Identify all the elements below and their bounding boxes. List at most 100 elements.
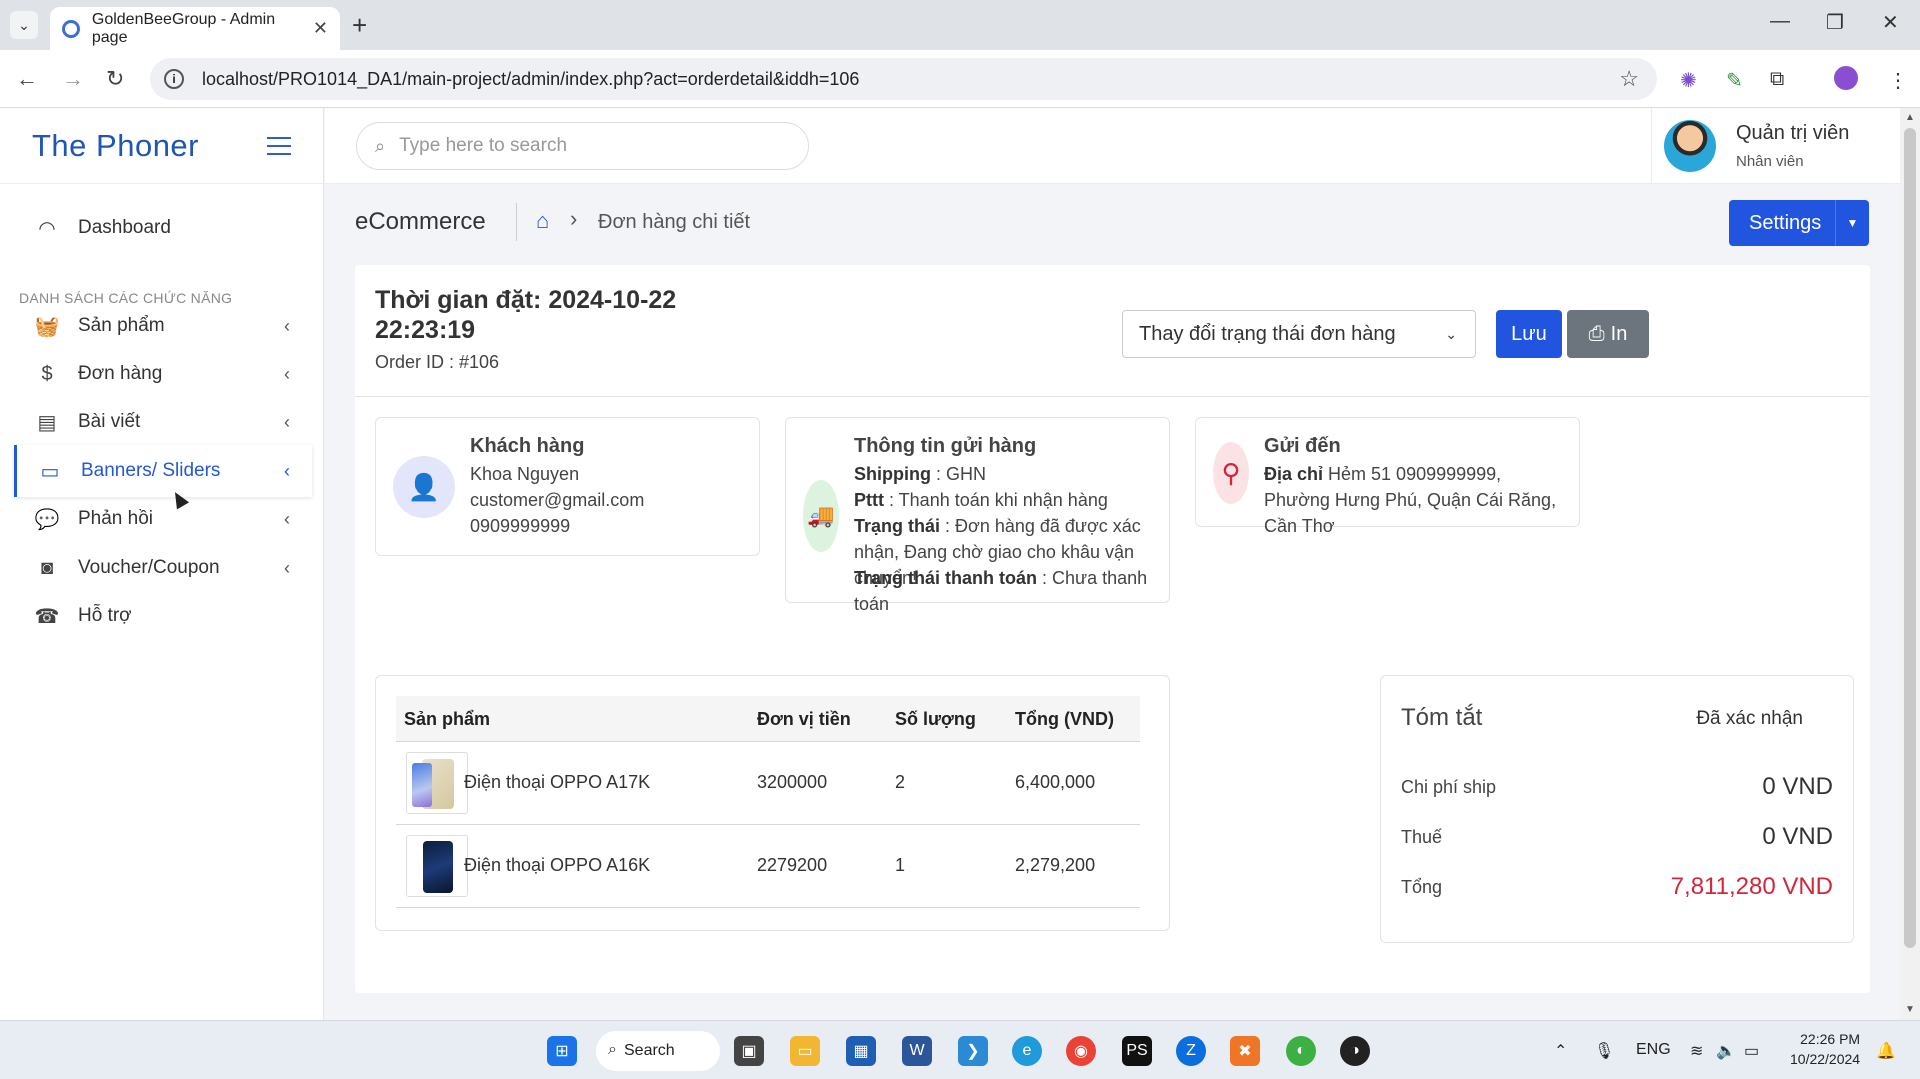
xampp-icon[interactable]: ✖ (1230, 1036, 1260, 1066)
brand-logo[interactable]: The Phoner (32, 128, 199, 164)
sidebar-item-feedback[interactable]: 💬 Phản hồi ‹ (14, 493, 312, 545)
order-money-icon: $ (41, 362, 53, 385)
browser-menu-icon[interactable]: ⋮ (1888, 68, 1908, 93)
product-thumbnail (406, 752, 468, 814)
order-id: Order ID : #106 (375, 352, 500, 372)
sidebar-item-products[interactable]: 🧺 Sản phẩm ‹ (14, 300, 312, 352)
shipping-title: Thông tin gửi hàng (854, 435, 1037, 457)
close-window-icon[interactable]: ✕ (1882, 10, 1899, 35)
reload-icon[interactable]: ↻ (106, 66, 124, 92)
total-label: Tổng (1401, 877, 1443, 897)
taskbar: ⊞ ⌕ Search ▣ ▭ ▦ W ❯ e ◉ PS Z ✖ ◐ ◑ ⌃ 🎙 … (0, 1020, 1920, 1079)
printer-icon: ⎙ (1588, 322, 1605, 345)
word-icon[interactable]: W (902, 1036, 932, 1066)
bookmark-star-icon[interactable]: ☆ (1619, 66, 1639, 92)
file-explorer-icon[interactable]: ▭ (790, 1036, 820, 1066)
taskbar-search[interactable]: ⌕ Search (596, 1031, 720, 1071)
phpstorm-icon[interactable]: PS (1122, 1036, 1152, 1066)
minimize-icon[interactable]: — (1770, 10, 1790, 33)
search-input[interactable]: ⌕ Type here to search (356, 122, 809, 170)
customer-title: Khách hàng (470, 435, 585, 457)
product-total: 6,400,000 (1015, 772, 1096, 792)
sidebar-item-label: Sản phẩm (78, 315, 165, 336)
address-key: Địa chỉ (1264, 464, 1324, 484)
store-icon[interactable]: ▦ (846, 1036, 876, 1066)
shipping-card: 🚚 Thông tin gửi hàng Shipping : GHN Pttt… (785, 417, 1170, 614)
total-value: 7,811,280 VND (1670, 873, 1833, 900)
user-menu[interactable]: Quản trị viên Nhân viên (1651, 108, 1900, 184)
battery-icon[interactable]: ▭ (1744, 1041, 1759, 1061)
extension-pen-icon[interactable]: ✎ (1726, 68, 1743, 93)
back-icon[interactable]: ← (16, 66, 38, 92)
print-button[interactable]: ⎙ In (1567, 310, 1649, 358)
settings-button[interactable]: Settings ▼ (1729, 200, 1869, 246)
document-icon: ▤ (37, 411, 57, 434)
speedometer-icon: ◠ (38, 217, 56, 240)
tray-chevron-up-icon[interactable]: ⌃ (1554, 1041, 1567, 1061)
sidebar-item-support[interactable]: ☎ Hỗ trợ (14, 590, 312, 642)
browser-tab[interactable]: GoldenBeeGroup - Admin page ✕ (50, 7, 340, 50)
page-scrollbar[interactable]: ▲ ▼ (1900, 108, 1920, 1020)
customer-name: Khoa Nguyen (470, 464, 580, 484)
app-green-icon[interactable]: ◐ (1286, 1036, 1316, 1066)
site-info-icon[interactable]: i (164, 69, 184, 89)
header-quantity: Số lượng (895, 709, 976, 729)
notification-bell-icon[interactable]: 🔔 (1876, 1041, 1896, 1061)
profile-avatar-icon[interactable] (1834, 66, 1858, 90)
destination-card: ⚲ Gửi đến Địa chỉ Hẻm 51 0909999999, Phư… (1195, 417, 1580, 536)
task-view-icon[interactable]: ▣ (734, 1036, 764, 1066)
clock[interactable]: 22:26 PM 10/22/2024 (1790, 1029, 1860, 1069)
chevron-left-icon: ‹ (284, 508, 290, 529)
language-indicator[interactable]: ENG (1636, 1041, 1671, 1059)
chevron-right-icon: › (570, 206, 578, 231)
wifi-icon[interactable]: ≋ (1690, 1041, 1703, 1061)
sidebar-item-orders[interactable]: $ Đơn hàng ‹ (14, 348, 312, 400)
sidebar-item-banners[interactable]: ▭ Banners/ Sliders ‹ (14, 445, 312, 497)
pay-status-key: Trạng thái thanh toán (854, 568, 1037, 588)
extension-gear-icon[interactable]: ✺ (1680, 68, 1697, 93)
search-placeholder: Type here to search (399, 135, 568, 156)
sidebar-item-dashboard[interactable]: ◠ Dashboard (14, 202, 312, 254)
chrome-icon[interactable]: ◉ (1066, 1036, 1096, 1066)
new-tab-button[interactable]: + (352, 10, 367, 41)
forward-icon[interactable]: → (62, 66, 84, 92)
scrollbar-thumb[interactable] (1904, 128, 1916, 948)
sidebar-item-label: Bài viết (78, 411, 141, 432)
scroll-down-icon[interactable]: ▼ (1905, 1004, 1915, 1015)
scroll-up-icon[interactable]: ▲ (1905, 112, 1915, 123)
tab-list-button[interactable]: ⌄ (10, 11, 38, 39)
table-header: Sản phẩm Đơn vị tiền Số lượng Tổng (VND) (396, 696, 1140, 742)
shipping-key: Shipping (854, 464, 931, 484)
menu-toggle-icon[interactable] (267, 136, 291, 155)
pttt-key: Pttt (854, 490, 884, 510)
address-bar[interactable]: i localhost/PRO1014_DA1/main-project/adm… (150, 58, 1657, 100)
sidebar-item-voucher[interactable]: ◙ Voucher/Coupon ‹ (14, 542, 312, 594)
microphone-icon[interactable]: 🎙 (1594, 1041, 1614, 1061)
tab-title: GoldenBeeGroup - Admin page (91, 10, 276, 46)
presentation-icon: ▭ (40, 460, 60, 483)
chevron-down-icon: ⌄ (1445, 325, 1457, 342)
app-dark-icon[interactable]: ◑ (1340, 1036, 1370, 1066)
chevron-left-icon: ‹ (284, 557, 290, 578)
zalo-icon[interactable]: Z (1176, 1036, 1206, 1066)
search-icon: ⌕ (375, 135, 386, 156)
sidebar-item-posts[interactable]: ▤ Bài viết ‹ (14, 396, 312, 448)
extensions-puzzle-icon[interactable]: ⧉ (1770, 68, 1784, 91)
order-status-select[interactable]: Thay đổi trạng thái đơn hàng ⌄ (1122, 310, 1476, 358)
header-unit-price: Đơn vị tiền (757, 709, 851, 729)
vscode-icon[interactable]: ❯ (958, 1036, 988, 1066)
windows-start-icon[interactable]: ⊞ (547, 1036, 577, 1066)
payment-method: Pttt : Thanh toán khi nhận hàng (854, 487, 1154, 513)
shipping-val: : GHN (930, 464, 986, 484)
caret-down-icon[interactable]: ▼ (1835, 200, 1869, 246)
shipping-carrier: Shipping : GHN (854, 461, 1154, 487)
edge-icon[interactable]: e (1012, 1036, 1042, 1066)
top-header: ⌕ Type here to search Quản trị viên Nhân… (325, 108, 1900, 184)
restore-icon[interactable]: ❐ (1826, 10, 1844, 35)
volume-icon[interactable]: 🔈 (1716, 1041, 1736, 1061)
save-button[interactable]: Lưu (1496, 310, 1562, 358)
home-icon[interactable]: ⌂ (536, 208, 549, 234)
product-name: Điện thoại OPPO A16K (464, 855, 651, 875)
divider (516, 203, 517, 241)
tab-close-icon[interactable]: ✕ (313, 18, 328, 39)
